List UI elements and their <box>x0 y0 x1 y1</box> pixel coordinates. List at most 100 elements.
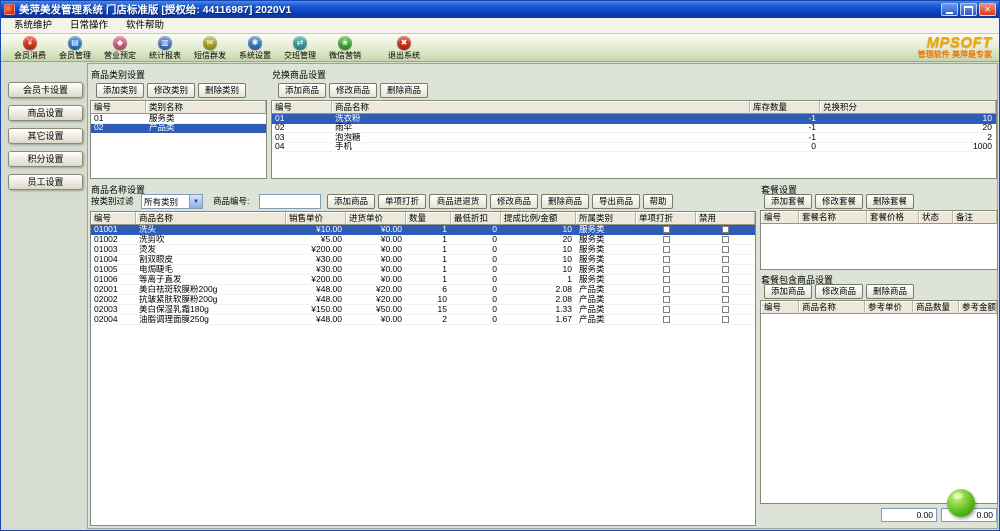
product-row[interactable]: 02003 美白保湿乳霜180g ¥150.00 ¥50.00 15 0 1.3… <box>91 305 755 315</box>
column-header-status[interactable]: 状态 <box>919 211 953 224</box>
single-discount-button[interactable]: 单项打折 <box>378 194 426 209</box>
edit-combo-item-button[interactable]: 修改商品 <box>815 284 863 299</box>
disabled-checkbox[interactable] <box>722 256 729 263</box>
column-header-commission[interactable]: 提成比例/金额 <box>501 212 576 225</box>
column-header-qty[interactable]: 商品数量 <box>913 301 959 314</box>
item-discount-checkbox[interactable] <box>663 286 670 293</box>
toolbar-item-shift[interactable]: ⇄ 交班管理 <box>281 36 319 60</box>
column-header-name[interactable]: 商品名称 <box>332 101 750 114</box>
add-exchange-product-button[interactable]: 添加商品 <box>278 83 326 98</box>
item-discount-checkbox[interactable] <box>663 316 670 323</box>
category-row[interactable]: 02 产品类 <box>91 124 266 134</box>
category-row[interactable]: 01 服务类 <box>91 114 266 124</box>
column-header-id[interactable]: 编号 <box>91 212 136 225</box>
column-header-id[interactable]: 编号 <box>272 101 332 114</box>
exchange-row[interactable]: 02 雨伞 -1 20 <box>272 124 996 134</box>
toolbar-item-member-manage[interactable]: ▤ 会员管理 <box>56 36 94 60</box>
close-button[interactable] <box>979 3 996 16</box>
item-discount-checkbox[interactable] <box>663 296 670 303</box>
sidebar-item-other-settings[interactable]: 其它设置 <box>8 128 83 144</box>
edit-category-button[interactable]: 修改类别 <box>147 83 195 98</box>
export-product-button[interactable]: 导出商品 <box>592 194 640 209</box>
minimize-button[interactable] <box>941 3 958 16</box>
toolbar-item-member-consume[interactable]: ¥ 会员消费 <box>11 36 49 60</box>
column-header-qty[interactable]: 数量 <box>406 212 451 225</box>
product-row[interactable]: 02004 油脂调理面膜250g ¥48.00 ¥0.00 2 0 1.67 产… <box>91 315 755 325</box>
disabled-checkbox[interactable] <box>722 286 729 293</box>
delete-combo-item-button[interactable]: 删除商品 <box>866 284 914 299</box>
disabled-checkbox[interactable] <box>722 236 729 243</box>
item-discount-checkbox[interactable] <box>663 226 670 233</box>
menu-software-help[interactable]: 软件帮助 <box>117 18 173 33</box>
exchange-row[interactable]: 04 手机 0 1000 <box>272 143 996 153</box>
column-header-category[interactable]: 所属类别 <box>576 212 636 225</box>
column-header-cost[interactable]: 进货单价 <box>346 212 406 225</box>
sidebar-item-points-settings[interactable]: 积分设置 <box>8 151 83 167</box>
column-header-stock[interactable]: 库存数量 <box>750 101 820 114</box>
column-header-name[interactable]: 商品名称 <box>136 212 286 225</box>
column-header-name[interactable]: 商品名称 <box>799 301 865 314</box>
column-header-min-discount[interactable]: 最低折扣 <box>451 212 501 225</box>
column-header-remark[interactable]: 备注 <box>953 211 997 224</box>
column-header-points[interactable]: 兑换积分 <box>820 101 996 114</box>
edit-combo-button[interactable]: 修改套餐 <box>815 194 863 209</box>
column-header-id[interactable]: 编号 <box>91 101 146 114</box>
product-row[interactable]: 01004 割双眼皮 ¥30.00 ¥0.00 1 0 10 服务类 <box>91 255 755 265</box>
sidebar-item-product-settings[interactable]: 商品设置 <box>8 105 83 121</box>
product-row[interactable]: 01005 电焗睫毛 ¥30.00 ¥0.00 1 0 10 服务类 <box>91 265 755 275</box>
column-header-id[interactable]: 编号 <box>761 211 799 224</box>
disabled-checkbox[interactable] <box>722 316 729 323</box>
edit-product-button[interactable]: 修改商品 <box>490 194 538 209</box>
product-code-input[interactable] <box>259 194 321 209</box>
item-discount-checkbox[interactable] <box>663 276 670 283</box>
delete-exchange-product-button[interactable]: 删除商品 <box>380 83 428 98</box>
item-discount-checkbox[interactable] <box>663 266 670 273</box>
add-category-button[interactable]: 添加类别 <box>96 83 144 98</box>
column-header-price[interactable]: 销售单价 <box>286 212 346 225</box>
product-row[interactable]: 01002 洗剪吹 ¥5.00 ¥0.00 1 0 20 服务类 <box>91 235 755 245</box>
column-header-price[interactable]: 套餐价格 <box>867 211 919 224</box>
disabled-checkbox[interactable] <box>722 266 729 273</box>
item-discount-checkbox[interactable] <box>663 306 670 313</box>
disabled-checkbox[interactable] <box>722 276 729 283</box>
column-header-id[interactable]: 编号 <box>761 301 799 314</box>
stock-in-out-button[interactable]: 商品进退货 <box>429 194 487 209</box>
toolbar-item-sms[interactable]: ✉ 短信群发 <box>191 36 229 60</box>
add-product-button[interactable]: 添加商品 <box>327 194 375 209</box>
category-filter-select[interactable]: 所有类别 <box>141 194 203 209</box>
product-row[interactable]: 01006 等离子直发 ¥200.00 ¥0.00 1 0 1 服务类 <box>91 275 755 285</box>
sidebar-item-staff-settings[interactable]: 员工设置 <box>8 174 83 190</box>
delete-product-button[interactable]: 删除商品 <box>541 194 589 209</box>
chevron-down-icon[interactable] <box>189 195 202 208</box>
menu-daily-operation[interactable]: 日常操作 <box>61 18 117 33</box>
add-combo-button[interactable]: 添加套餐 <box>764 194 812 209</box>
disabled-checkbox[interactable] <box>722 306 729 313</box>
toolbar-item-wechat[interactable]: ❀ 微信营销 <box>326 36 364 60</box>
column-header-name[interactable]: 套餐名称 <box>799 211 867 224</box>
delete-combo-button[interactable]: 删除套餐 <box>866 194 914 209</box>
toolbar-item-reports[interactable]: ▥ 统计报表 <box>146 36 184 60</box>
item-discount-checkbox[interactable] <box>663 246 670 253</box>
column-header-item-discount[interactable]: 单项打折 <box>636 212 696 225</box>
disabled-checkbox[interactable] <box>722 296 729 303</box>
item-discount-checkbox[interactable] <box>663 236 670 243</box>
help-button[interactable]: 帮助 <box>643 194 673 209</box>
item-discount-checkbox[interactable] <box>663 256 670 263</box>
toolbar-item-booking[interactable]: ◆ 营业预定 <box>101 36 139 60</box>
disabled-checkbox[interactable] <box>722 226 729 233</box>
product-row[interactable]: 01003 烫发 ¥200.00 ¥0.00 1 0 10 服务类 <box>91 245 755 255</box>
add-combo-item-button[interactable]: 添加商品 <box>764 284 812 299</box>
maximize-button[interactable] <box>960 3 977 16</box>
sidebar-item-member-card-settings[interactable]: 会员卡设置 <box>8 82 83 98</box>
exchange-row[interactable]: 03 泡泡糖 -1 2 <box>272 133 996 143</box>
product-row[interactable]: 02001 美白祛斑软膜粉200g ¥48.00 ¥20.00 6 0 2.08… <box>91 285 755 295</box>
product-row[interactable]: 01001 洗头 ¥10.00 ¥0.00 1 0 10 服务类 <box>91 225 755 235</box>
column-header-name[interactable]: 类别名称 <box>146 101 266 114</box>
menu-system-maintain[interactable]: 系统维护 <box>5 18 61 33</box>
exchange-row[interactable]: 01 洗衣粉 -1 10 <box>272 114 996 124</box>
disabled-checkbox[interactable] <box>722 246 729 253</box>
toolbar-item-exit[interactable]: ✖ 退出系统 <box>385 36 423 60</box>
column-header-disabled[interactable]: 禁用 <box>696 212 755 225</box>
product-row[interactable]: 02002 抗皱紧肤软膜粉200g ¥48.00 ¥20.00 10 0 2.0… <box>91 295 755 305</box>
edit-exchange-product-button[interactable]: 修改商品 <box>329 83 377 98</box>
